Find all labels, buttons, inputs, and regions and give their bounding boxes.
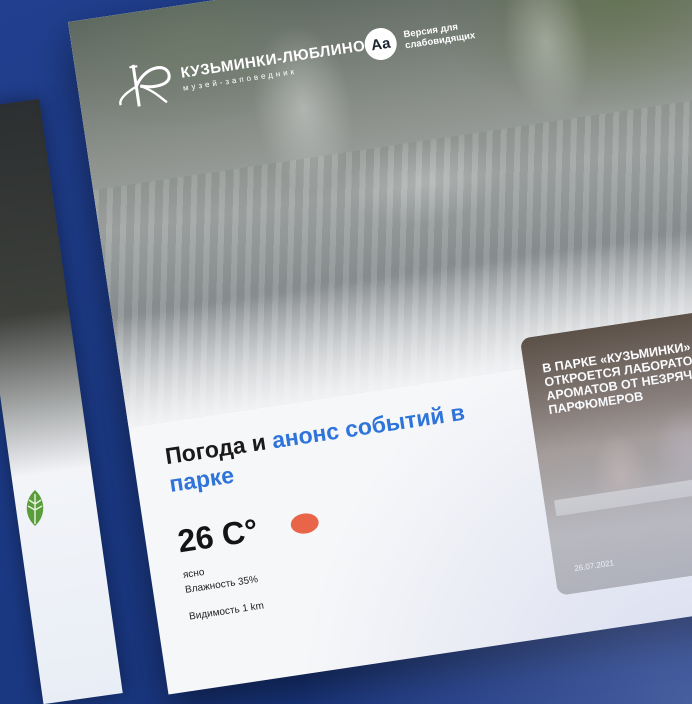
sun-icon: [289, 511, 321, 535]
logo-mark-icon: [119, 64, 171, 107]
news-card[interactable]: В ПАРКЕ «КУЗЬМИНКИ» ОТКРОЕТСЯ ЛАБОРАТОРИ…: [519, 299, 692, 596]
weather-widget: Погода и анонс событий в парке 26 C° ясн…: [163, 395, 506, 623]
font-size-icon: Аа: [362, 25, 399, 63]
temperature-value: 26 C°: [175, 511, 261, 560]
website-mockup: КУЗЬМИНКИ-ЛЮБЛИНО музей-заповедник Аа Ве…: [68, 0, 692, 695]
leaf-icon: [26, 490, 44, 526]
